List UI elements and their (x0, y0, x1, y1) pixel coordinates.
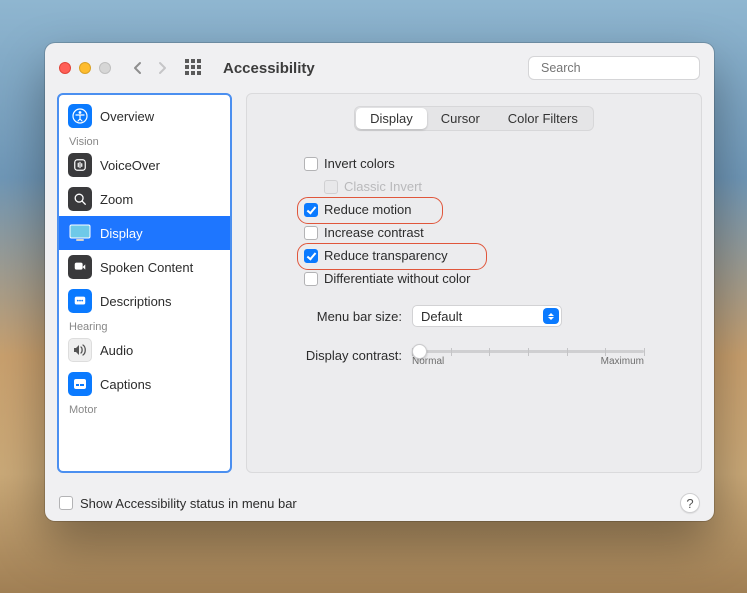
sidebar-item-label: Spoken Content (100, 260, 193, 275)
increase-contrast-checkbox[interactable] (304, 226, 318, 240)
window-controls (59, 62, 111, 74)
option-label: Classic Invert (344, 179, 422, 194)
option-label: Reduce transparency (324, 248, 448, 263)
reduce-transparency-checkbox[interactable] (304, 249, 318, 263)
nav-buttons (129, 58, 171, 78)
sidebar: Overview Vision VoiceOver Zoom Display (57, 93, 232, 473)
preferences-window: Accessibility Overview Vision VoiceOver (45, 43, 714, 521)
option-label: Reduce motion (324, 202, 411, 217)
show-status-checkbox[interactable] (59, 496, 73, 510)
tab-color-filters[interactable]: Color Filters (494, 108, 592, 129)
settings-panel: Display Cursor Color Filters Invert colo… (246, 93, 702, 473)
option-reduce-transparency[interactable]: Reduce transparency (304, 245, 644, 266)
sidebar-item-label: Captions (100, 377, 151, 392)
reduce-motion-checkbox[interactable] (304, 203, 318, 217)
voiceover-icon (68, 153, 92, 177)
tab-cursor[interactable]: Cursor (427, 108, 494, 129)
tab-display[interactable]: Display (356, 108, 427, 129)
window-body: Overview Vision VoiceOver Zoom Display (45, 93, 714, 485)
zoom-icon (68, 187, 92, 211)
sidebar-item-label: VoiceOver (100, 158, 160, 173)
help-button[interactable]: ? (680, 493, 700, 513)
display-contrast-label: Display contrast: (304, 348, 402, 363)
option-differentiate-without-color[interactable]: Differentiate without color (304, 268, 644, 289)
differentiate-checkbox[interactable] (304, 272, 318, 286)
option-increase-contrast[interactable]: Increase contrast (304, 222, 644, 243)
sidebar-item-label: Descriptions (100, 294, 172, 309)
menu-bar-size-value: Default (421, 309, 462, 324)
option-reduce-motion[interactable]: Reduce motion (304, 199, 644, 220)
sidebar-item-overview[interactable]: Overview (59, 99, 230, 133)
sidebar-item-display[interactable]: Display (59, 216, 230, 250)
chevron-right-icon (157, 61, 167, 75)
sidebar-item-zoom[interactable]: Zoom (59, 182, 230, 216)
sidebar-item-label: Display (100, 226, 143, 241)
tab-bar: Display Cursor Color Filters (354, 106, 594, 131)
sidebar-item-voiceover[interactable]: VoiceOver (59, 148, 230, 182)
help-icon: ? (686, 496, 693, 511)
option-label: Invert colors (324, 156, 395, 171)
captions-icon (68, 372, 92, 396)
invert-colors-checkbox[interactable] (304, 157, 318, 171)
footer: Show Accessibility status in menu bar ? (45, 485, 714, 521)
sidebar-item-audio[interactable]: Audio (59, 333, 230, 367)
classic-invert-checkbox (324, 180, 338, 194)
menu-bar-size-row: Menu bar size: Default (304, 305, 644, 327)
sidebar-item-label: Overview (100, 109, 154, 124)
sidebar-category-hearing: Hearing (59, 318, 230, 333)
option-invert-colors[interactable]: Invert colors (304, 153, 644, 174)
menu-bar-size-label: Menu bar size: (304, 309, 402, 324)
minimize-window-button[interactable] (79, 62, 91, 74)
menu-bar-size-select[interactable]: Default (412, 305, 562, 327)
zoom-window-button[interactable] (99, 62, 111, 74)
search-field[interactable] (528, 56, 700, 80)
back-button[interactable] (129, 58, 147, 78)
display-contrast-row: Display contrast: Normal Maximum (304, 343, 644, 367)
display-contrast-slider[interactable]: Normal Maximum (412, 343, 644, 367)
select-stepper-icon (543, 308, 559, 324)
titlebar: Accessibility (45, 43, 714, 93)
forward-button[interactable] (153, 58, 171, 78)
descriptions-icon (68, 289, 92, 313)
show-status-label: Show Accessibility status in menu bar (80, 496, 297, 511)
main-content: Display Cursor Color Filters Invert colo… (246, 93, 702, 473)
slider-max-label: Maximum (601, 356, 644, 367)
window-title: Accessibility (223, 60, 315, 77)
sidebar-category-vision: Vision (59, 133, 230, 148)
option-classic-invert: Classic Invert (324, 176, 644, 197)
display-options: Invert colors Classic Invert Reduce moti… (304, 153, 644, 289)
show-status-option[interactable]: Show Accessibility status in menu bar (59, 496, 297, 511)
audio-icon (68, 338, 92, 362)
search-input[interactable] (541, 61, 702, 75)
display-icon (68, 221, 92, 245)
close-window-button[interactable] (59, 62, 71, 74)
sidebar-item-captions[interactable]: Captions (59, 367, 230, 401)
accessibility-icon (68, 104, 92, 128)
slider-thumb[interactable] (412, 344, 427, 359)
sidebar-item-label: Audio (100, 343, 133, 358)
chevron-left-icon (133, 61, 143, 75)
option-label: Differentiate without color (324, 271, 470, 286)
sidebar-item-descriptions[interactable]: Descriptions (59, 284, 230, 318)
sidebar-item-label: Zoom (100, 192, 133, 207)
spoken-content-icon (68, 255, 92, 279)
show-all-button[interactable] (185, 59, 203, 77)
sidebar-item-spoken-content[interactable]: Spoken Content (59, 250, 230, 284)
sidebar-category-motor: Motor (59, 401, 230, 416)
option-label: Increase contrast (324, 225, 424, 240)
